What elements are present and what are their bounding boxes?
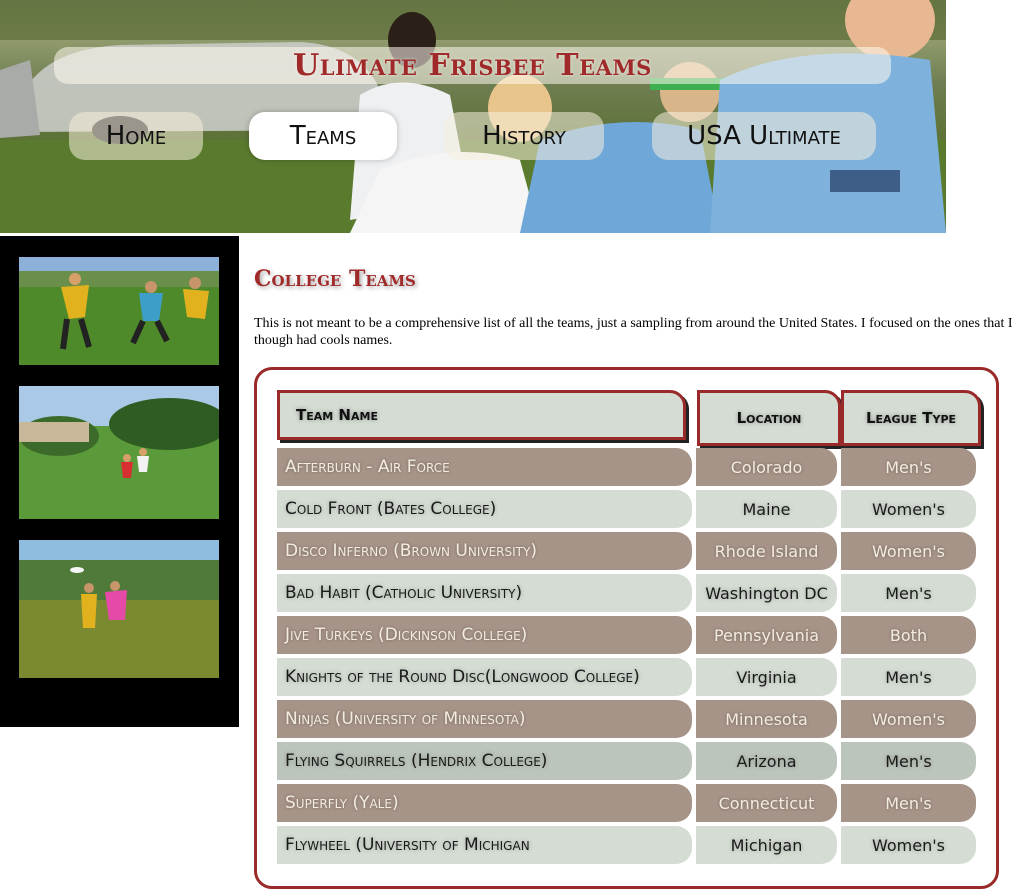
header-league-type: League Type [841,390,981,446]
table-cell-loc: Pennsylvania [696,616,837,654]
table-cell-name: Bad Habit (Catholic University) [277,574,692,612]
ultimate-game-photo [19,257,219,365]
table-cell-name: Flywheel (University of Michigan [277,826,692,864]
header-location-label: Location [736,409,802,427]
teams-table: Team Name Location League Type Afterburn… [254,367,999,889]
nav-history-button[interactable]: History [444,112,604,160]
table-cell-loc: Michigan [696,826,837,864]
table-cell-loc: Connecticut [696,784,837,822]
header-league-type-label: League Type [865,409,957,427]
table-cell-type: Women's [841,700,976,738]
table-cell-type: Men's [841,742,976,780]
table-cell-name: Disco Inferno (Brown University) [277,532,692,570]
table-cell-loc: Colorado [696,448,837,486]
nav-home-button[interactable]: Home [69,112,203,160]
nav-teams-label: Teams [289,121,357,151]
table-cell-loc: Washington DC [696,574,837,612]
nav-home-label: Home [105,121,167,151]
page-heading: College Teams [254,266,416,292]
field-play-photo [19,386,219,519]
table-cell-name: Knights of the Round Disc(Longwood Colle… [277,658,692,696]
nav-teams-button[interactable]: Teams [249,112,397,160]
site-title: Ulimate Frisbee Teams [293,48,652,83]
header-banner: Ulimate Frisbee Teams Home Teams History… [0,0,946,233]
header-team-name-label: Team Name [296,406,378,424]
table-cell-loc: Maine [696,490,837,528]
table-cell-name: Jive Turkeys (Dickinson College) [277,616,692,654]
nav-usa-ultimate-label: USA Ultimate [687,121,841,151]
table-cell-name: Afterburn - Air Force [277,448,692,486]
table-cell-name: Cold Front (Bates College) [277,490,692,528]
intro-paragraph: This is not meant to be a comprehensive … [254,316,1013,348]
table-cell-type: Men's [841,448,976,486]
table-cell-type: Women's [841,826,976,864]
sidebar [0,236,239,727]
table-cell-name: Superfly (Yale) [277,784,692,822]
table-cell-type: Women's [841,532,976,570]
table-cell-name: Flying Squirrels (Hendrix College) [277,742,692,780]
table-cell-type: Women's [841,490,976,528]
table-cell-name: Ninjas (University of Minnesota) [277,700,692,738]
table-cell-type: Both [841,616,976,654]
table-cell-type: Men's [841,658,976,696]
table-cell-type: Men's [841,784,976,822]
nav-usa-ultimate-button[interactable]: USA Ultimate [652,112,876,160]
table-cell-loc: Virginia [696,658,837,696]
site-title-bar: Ulimate Frisbee Teams [54,47,891,84]
header-team-name: Team Name [277,390,686,440]
table-cell-loc: Arizona [696,742,837,780]
table-cell-loc: Minnesota [696,700,837,738]
table-cell-loc: Rhode Island [696,532,837,570]
table-cell-type: Men's [841,574,976,612]
nav-history-label: History [482,121,566,151]
header-location: Location [697,390,841,446]
frisbee-catch-photo [19,540,219,678]
